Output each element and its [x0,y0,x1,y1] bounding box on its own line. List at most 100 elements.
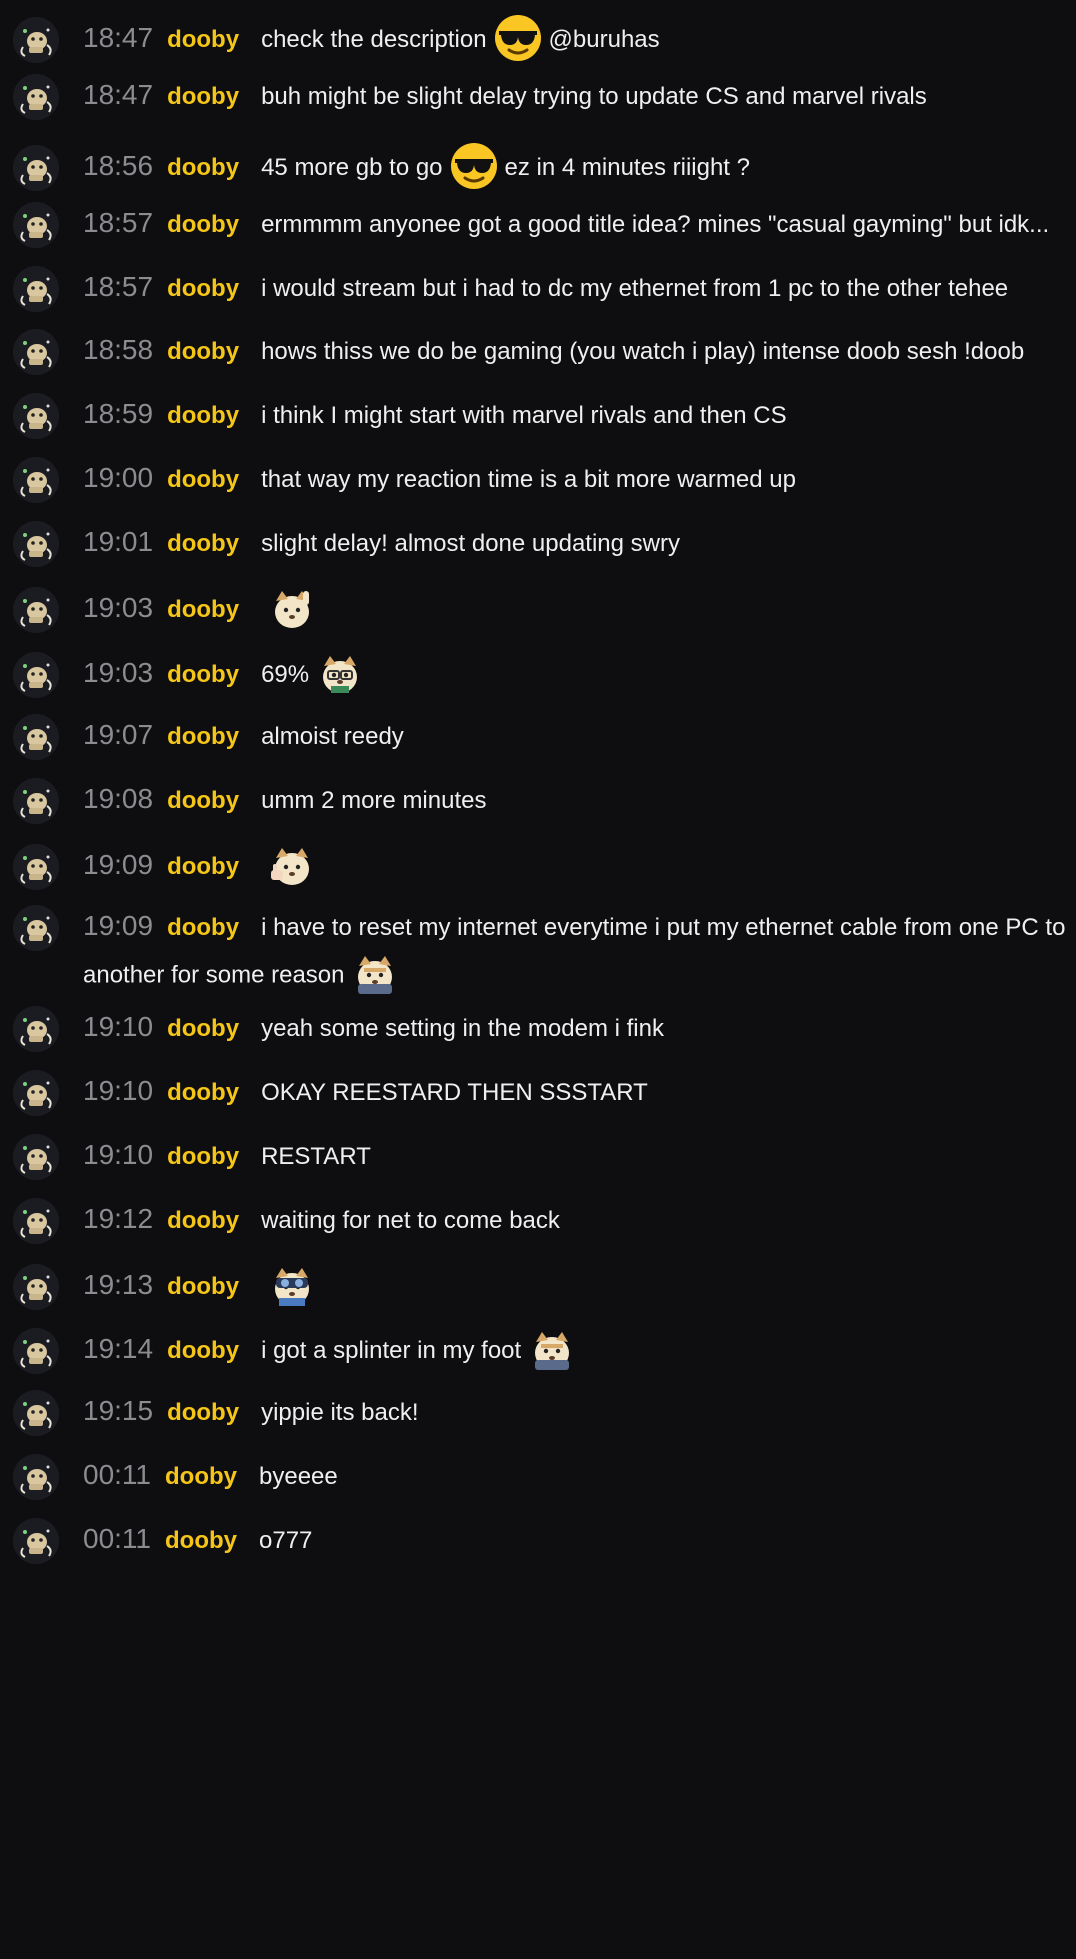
chat-message: 18:59 dooby i think I might start with mar… [0,391,1076,439]
emote-icon[interactable] [267,840,317,890]
user-avatar[interactable] [13,905,59,951]
user-avatar[interactable] [13,1134,59,1180]
user-avatar[interactable] [13,1328,59,1374]
user-avatar[interactable] [13,145,59,191]
user-avatar[interactable] [13,1006,59,1052]
message-line: 19:13 dooby [83,1262,1066,1313]
user-avatar[interactable] [13,17,59,63]
username[interactable]: dooby [167,1273,239,1300]
user-avatar[interactable] [13,652,59,698]
emote-icon[interactable] [267,583,317,633]
message-line: 18:47 dooby check the description @buruhas [83,13,1066,66]
username[interactable]: dooby [167,661,239,688]
message-timestamp: 19:15 [83,1395,154,1426]
username[interactable]: dooby [165,1527,237,1554]
message-timestamp: 19:10 [83,1011,154,1042]
message-line: 19:03 dooby [83,585,1066,636]
username[interactable]: dooby [167,787,239,814]
emote-icon[interactable] [350,948,400,998]
message-timestamp: 19:00 [83,462,154,493]
username[interactable]: dooby [167,914,239,941]
chat-message: 19:07 dooby almoist reedy [0,712,1076,760]
user-avatar[interactable] [13,587,59,633]
user-avatar[interactable] [13,1070,59,1116]
chat-message: 00:11 dooby byeeee [0,1452,1076,1500]
username[interactable]: dooby [167,853,239,880]
username[interactable]: dooby [167,1015,239,1042]
message-timestamp: 19:12 [83,1203,154,1234]
user-avatar[interactable] [13,393,59,439]
message-text: ermmmm anyonee got a good title idea? mi… [261,211,1050,238]
username[interactable]: dooby [167,530,239,557]
message-timestamp: 19:13 [83,1269,154,1300]
message-text: i think I might start with marvel rivals… [261,402,787,429]
chat-message: 19:14 dooby i got a splinter in my foot [0,1326,1076,1377]
message-line: 19:09 dooby i have to reset my internet ev… [83,903,1066,1001]
message-text: @buruhas [548,26,660,53]
message-text: 69% [261,661,310,688]
chat-message: 19:10 dooby RESTART [0,1132,1076,1180]
user-avatar[interactable] [13,457,59,503]
emote-icon[interactable] [527,1324,577,1374]
username[interactable]: dooby [167,1079,239,1106]
sunglasses-emoji-icon[interactable] [493,13,543,63]
user-avatar[interactable] [13,1264,59,1310]
message-line: 19:14 dooby i got a splinter in my foot [83,1326,1066,1377]
username[interactable]: dooby [167,83,239,110]
message-timestamp: 18:57 [83,207,154,238]
user-avatar[interactable] [13,714,59,760]
message-line: 19:10 dooby OKAY REESTARD THEN SSSTART [83,1068,1066,1116]
user-avatar[interactable] [13,329,59,375]
message-text: waiting for net to come back [261,1207,560,1234]
username[interactable]: dooby [167,26,239,53]
sunglasses-emoji-icon[interactable] [449,141,499,191]
username[interactable]: dooby [167,723,239,750]
message-timestamp: 19:07 [83,719,154,750]
user-avatar[interactable] [13,521,59,567]
username[interactable]: dooby [167,211,239,238]
user-avatar[interactable] [13,1454,59,1500]
username[interactable]: dooby [167,466,239,493]
message-text: almoist reedy [261,723,404,750]
user-avatar[interactable] [13,1390,59,1436]
user-avatar[interactable] [13,844,59,890]
message-text: buh might be slight delay trying to upda… [261,83,927,110]
username[interactable]: dooby [167,1207,239,1234]
message-text: o777 [259,1527,313,1554]
chat-message: 19:12 dooby waiting for net to come back [0,1196,1076,1244]
username[interactable]: dooby [167,402,239,429]
message-line: 19:15 dooby yippie its back! [83,1388,1066,1436]
chat-message: 18:47 dooby buh might be slight delay tryi… [0,72,1076,120]
message-timestamp: 00:11 [83,1459,151,1490]
username[interactable]: dooby [167,1399,239,1426]
message-timestamp: 18:59 [83,398,154,429]
username[interactable]: dooby [167,338,239,365]
emote-icon[interactable] [267,1260,317,1310]
chat-message: 19:01 dooby slight delay! almost done upda… [0,519,1076,567]
message-timestamp: 18:47 [83,79,154,110]
chat-log: 18:47 dooby check the description @buruhas… [0,0,1076,1959]
emote-icon[interactable] [315,648,365,698]
message-line: 19:07 dooby almoist reedy [83,712,1066,760]
user-avatar[interactable] [13,1198,59,1244]
message-timestamp: 18:47 [83,22,154,53]
username[interactable]: dooby [167,275,239,302]
message-text: ez in 4 minutes riiight ? [504,154,750,181]
username[interactable]: dooby [167,1337,239,1364]
username[interactable]: dooby [167,596,239,623]
message-text: hows thiss we do be gaming (you watch i … [261,338,1025,365]
username[interactable]: dooby [167,154,239,181]
chat-message: 18:56 dooby 45 more gb to go ez in 4 minut… [0,141,1076,194]
user-avatar[interactable] [13,74,59,120]
chat-message: 19:10 dooby OKAY REESTARD THEN SSSTART [0,1068,1076,1116]
user-avatar[interactable] [13,1518,59,1564]
user-avatar[interactable] [13,778,59,824]
username[interactable]: dooby [165,1463,237,1490]
message-timestamp: 19:03 [83,592,154,623]
message-line: 19:09 dooby [83,842,1066,893]
user-avatar[interactable] [13,266,59,312]
username[interactable]: dooby [167,1143,239,1170]
user-avatar[interactable] [13,202,59,248]
message-line: 19:10 dooby yeah some setting in the modem… [83,1004,1066,1052]
message-line: 18:58 dooby hows thiss we do be gaming (yo… [83,327,1066,375]
